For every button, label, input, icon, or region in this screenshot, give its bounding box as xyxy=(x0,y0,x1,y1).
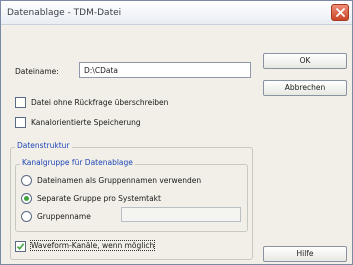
cancel-button[interactable]: Abbrechen xyxy=(263,80,347,96)
help-button[interactable]: Hilfe xyxy=(263,246,347,262)
radio-gruppenname[interactable] xyxy=(21,211,32,222)
close-button[interactable] xyxy=(331,4,349,21)
dialog-window: Datenablage - TDM-Datei Dateiname: OK Ab… xyxy=(0,0,353,265)
ok-button[interactable]: OK xyxy=(263,53,347,69)
waveform-label[interactable]: Waveform-Kanäle, wenn möglich xyxy=(29,240,156,251)
radio-separate-gruppe[interactable] xyxy=(21,193,32,204)
overwrite-checkbox[interactable] xyxy=(15,97,26,108)
checkmark-icon xyxy=(16,243,25,251)
kanalgruppe-legend: Kanalgruppe für Datenablage xyxy=(20,158,135,167)
channel-storage-checkbox[interactable] xyxy=(15,117,26,128)
gruppenname-field[interactable] xyxy=(121,207,241,222)
dateiname-input[interactable] xyxy=(80,63,250,77)
dateiname-field[interactable] xyxy=(79,62,251,78)
title-bar[interactable]: Datenablage - TDM-Datei xyxy=(1,1,352,25)
overwrite-label[interactable]: Datei ohne Rückfrage überschreiben xyxy=(31,98,168,107)
channel-storage-label[interactable]: Kanalorientierte Speicherung xyxy=(31,118,141,127)
close-icon xyxy=(336,8,345,17)
dateiname-label: Dateiname: xyxy=(15,67,59,76)
window-title: Datenablage - TDM-Datei xyxy=(7,8,122,18)
datenstruktur-legend: Datenstruktur xyxy=(15,141,72,150)
radio-dateinamen-label[interactable]: Dateinamen als Gruppennamen verwenden xyxy=(37,176,201,185)
radio-gruppenname-label[interactable]: Gruppenname xyxy=(37,212,91,221)
radio-separate-gruppe-label[interactable]: Separate Gruppe pro Systemtakt xyxy=(37,194,161,203)
waveform-checkbox[interactable] xyxy=(15,241,26,252)
gruppenname-input[interactable] xyxy=(122,208,240,221)
radio-dateinamen[interactable] xyxy=(21,175,32,186)
